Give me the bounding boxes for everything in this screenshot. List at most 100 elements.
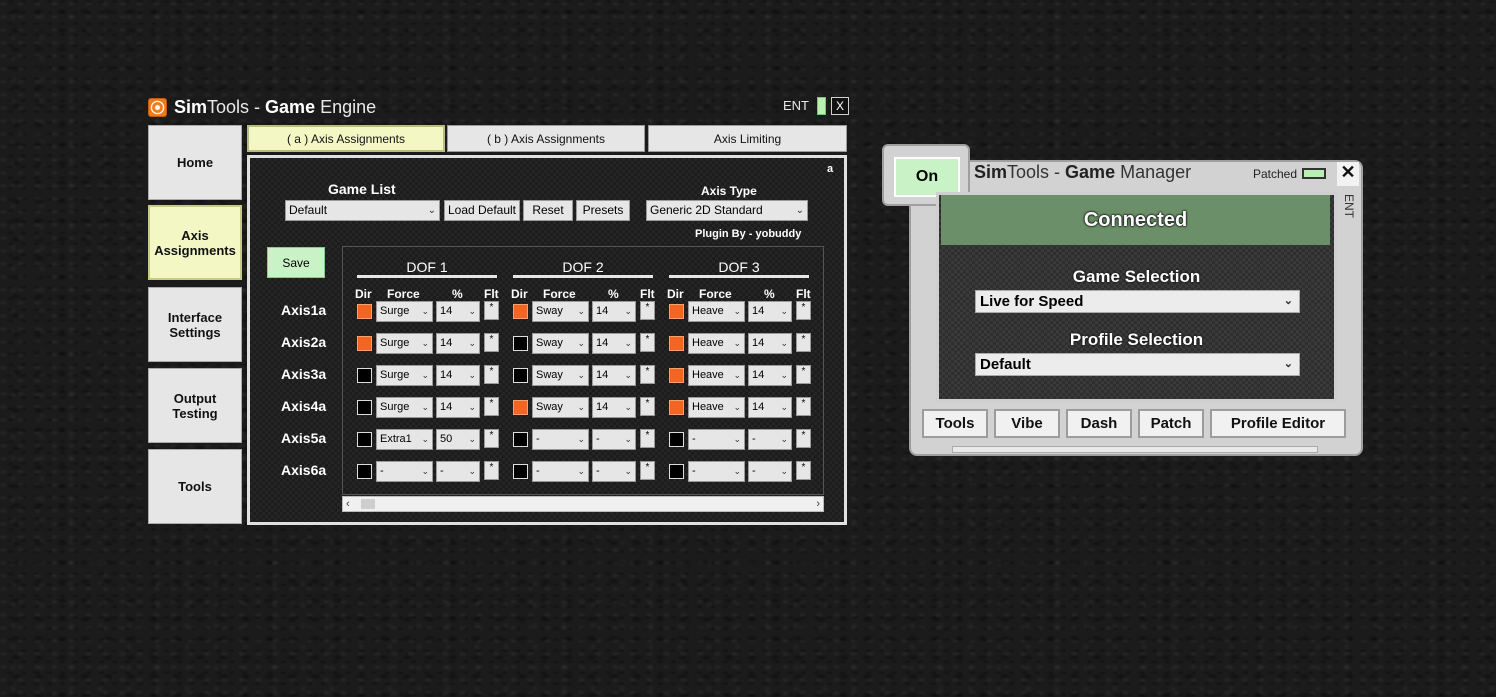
force-select[interactable]: Heave ⌄ [688, 301, 745, 322]
direction-toggle[interactable] [513, 336, 528, 351]
percent-select[interactable]: 14 ⌄ [748, 333, 792, 354]
direction-toggle[interactable] [513, 432, 528, 447]
scroll-thumb[interactable] [361, 499, 375, 509]
scroll-right-icon[interactable]: › [816, 497, 820, 511]
direction-toggle[interactable] [669, 400, 684, 415]
force-select[interactable]: - ⌄ [688, 461, 745, 482]
engine-close-button[interactable]: X [831, 97, 849, 115]
scroll-left-icon[interactable]: ‹ [346, 497, 350, 511]
on-button[interactable]: On [894, 157, 960, 197]
filter-button[interactable]: * [640, 301, 655, 320]
percent-select[interactable]: 14 ⌄ [436, 301, 480, 322]
direction-toggle[interactable] [357, 432, 372, 447]
force-select[interactable]: - ⌄ [688, 429, 745, 450]
percent-select[interactable]: - ⌄ [748, 461, 792, 482]
direction-toggle[interactable] [357, 464, 372, 479]
percent-select[interactable]: 14 ⌄ [592, 397, 636, 418]
direction-toggle[interactable] [669, 368, 684, 383]
force-select[interactable]: Sway ⌄ [532, 397, 589, 418]
dash-button[interactable]: Dash [1066, 409, 1132, 438]
direction-toggle[interactable] [669, 432, 684, 447]
filter-button[interactable]: * [796, 397, 811, 416]
direction-toggle[interactable] [357, 368, 372, 383]
filter-button[interactable]: * [484, 365, 499, 384]
force-select[interactable]: - ⌄ [532, 429, 589, 450]
direction-toggle[interactable] [513, 400, 528, 415]
vibe-button[interactable]: Vibe [994, 409, 1060, 438]
direction-toggle[interactable] [357, 336, 372, 351]
force-select[interactable]: Surge ⌄ [376, 365, 433, 386]
sidebar-item-tools[interactable]: Tools [148, 449, 242, 524]
direction-toggle[interactable] [513, 304, 528, 319]
percent-select[interactable]: - ⌄ [592, 429, 636, 450]
force-select[interactable]: Sway ⌄ [532, 301, 589, 322]
percent-select[interactable]: - ⌄ [748, 429, 792, 450]
tab-2[interactable]: ( b ) Axis Assignments [447, 125, 645, 152]
filter-button[interactable]: * [796, 365, 811, 384]
direction-toggle[interactable] [357, 400, 372, 415]
filter-button[interactable]: * [796, 333, 811, 352]
filter-button[interactable]: * [640, 461, 655, 480]
direction-toggle[interactable] [357, 304, 372, 319]
filter-button[interactable]: * [484, 301, 499, 320]
filter-button[interactable]: * [484, 461, 499, 480]
filter-button[interactable]: * [484, 333, 499, 352]
tab-3[interactable]: Axis Limiting [648, 125, 847, 152]
percent-select[interactable]: 14 ⌄ [748, 365, 792, 386]
force-select[interactable]: Extra1 ⌄ [376, 429, 433, 450]
tools-button[interactable]: Tools [922, 409, 988, 438]
save-button[interactable]: Save [267, 247, 325, 278]
direction-toggle[interactable] [669, 304, 684, 319]
axis-type-select[interactable]: Generic 2D Standard ⌄ [646, 200, 808, 221]
filter-button[interactable]: * [640, 397, 655, 416]
force-select[interactable]: Heave ⌄ [688, 365, 745, 386]
force-select[interactable]: Heave ⌄ [688, 397, 745, 418]
percent-select[interactable]: - ⌄ [592, 461, 636, 482]
sidebar-item-interface-settings[interactable]: Interface Settings [148, 287, 242, 362]
game-selection-select[interactable]: Live for Speed ⌄ [975, 290, 1300, 313]
sidebar-item-output-testing[interactable]: Output Testing [148, 368, 242, 443]
percent-select[interactable]: - ⌄ [436, 461, 480, 482]
filter-button[interactable]: * [484, 397, 499, 416]
filter-button[interactable]: * [640, 333, 655, 352]
direction-toggle[interactable] [669, 464, 684, 479]
percent-select[interactable]: 14 ⌄ [436, 365, 480, 386]
force-select[interactable]: Surge ⌄ [376, 333, 433, 354]
percent-select[interactable]: 50 ⌄ [436, 429, 480, 450]
force-select[interactable]: - ⌄ [532, 461, 589, 482]
percent-select[interactable]: 14 ⌄ [748, 397, 792, 418]
filter-button[interactable]: * [484, 429, 499, 448]
percent-select[interactable]: 14 ⌄ [592, 333, 636, 354]
filter-button[interactable]: * [796, 301, 811, 320]
profile-editor-button[interactable]: Profile Editor [1210, 409, 1346, 438]
percent-select[interactable]: 14 ⌄ [748, 301, 792, 322]
force-select[interactable]: Sway ⌄ [532, 365, 589, 386]
sidebar-item-home[interactable]: Home [148, 125, 242, 200]
percent-select[interactable]: 14 ⌄ [436, 333, 480, 354]
tab-1[interactable]: ( a ) Axis Assignments [247, 125, 445, 152]
force-select[interactable]: Surge ⌄ [376, 301, 433, 322]
close-icon[interactable]: ✕ [1337, 162, 1359, 186]
direction-toggle[interactable] [513, 368, 528, 383]
filter-button[interactable]: * [796, 461, 811, 480]
patch-button[interactable]: Patch [1138, 409, 1204, 438]
percent-select[interactable]: 14 ⌄ [592, 365, 636, 386]
percent-select[interactable]: 14 ⌄ [592, 301, 636, 322]
sidebar-item-axis-assignments[interactable]: Axis Assignments [148, 205, 242, 280]
filter-button[interactable]: * [640, 429, 655, 448]
game-list-select[interactable]: Default ⌄ [285, 200, 440, 221]
direction-toggle[interactable] [513, 464, 528, 479]
profile-selection-select[interactable]: Default ⌄ [975, 353, 1300, 376]
force-select[interactable]: Sway ⌄ [532, 333, 589, 354]
horizontal-scrollbar[interactable]: ‹ › [342, 496, 824, 512]
reset-button[interactable]: Reset [523, 200, 573, 221]
filter-button[interactable]: * [796, 429, 811, 448]
filter-button[interactable]: * [640, 365, 655, 384]
percent-select[interactable]: 14 ⌄ [436, 397, 480, 418]
presets-button[interactable]: Presets [576, 200, 630, 221]
direction-toggle[interactable] [669, 336, 684, 351]
load-default-button[interactable]: Load Default [444, 200, 520, 221]
force-select[interactable]: - ⌄ [376, 461, 433, 482]
force-select[interactable]: Heave ⌄ [688, 333, 745, 354]
force-select[interactable]: Surge ⌄ [376, 397, 433, 418]
